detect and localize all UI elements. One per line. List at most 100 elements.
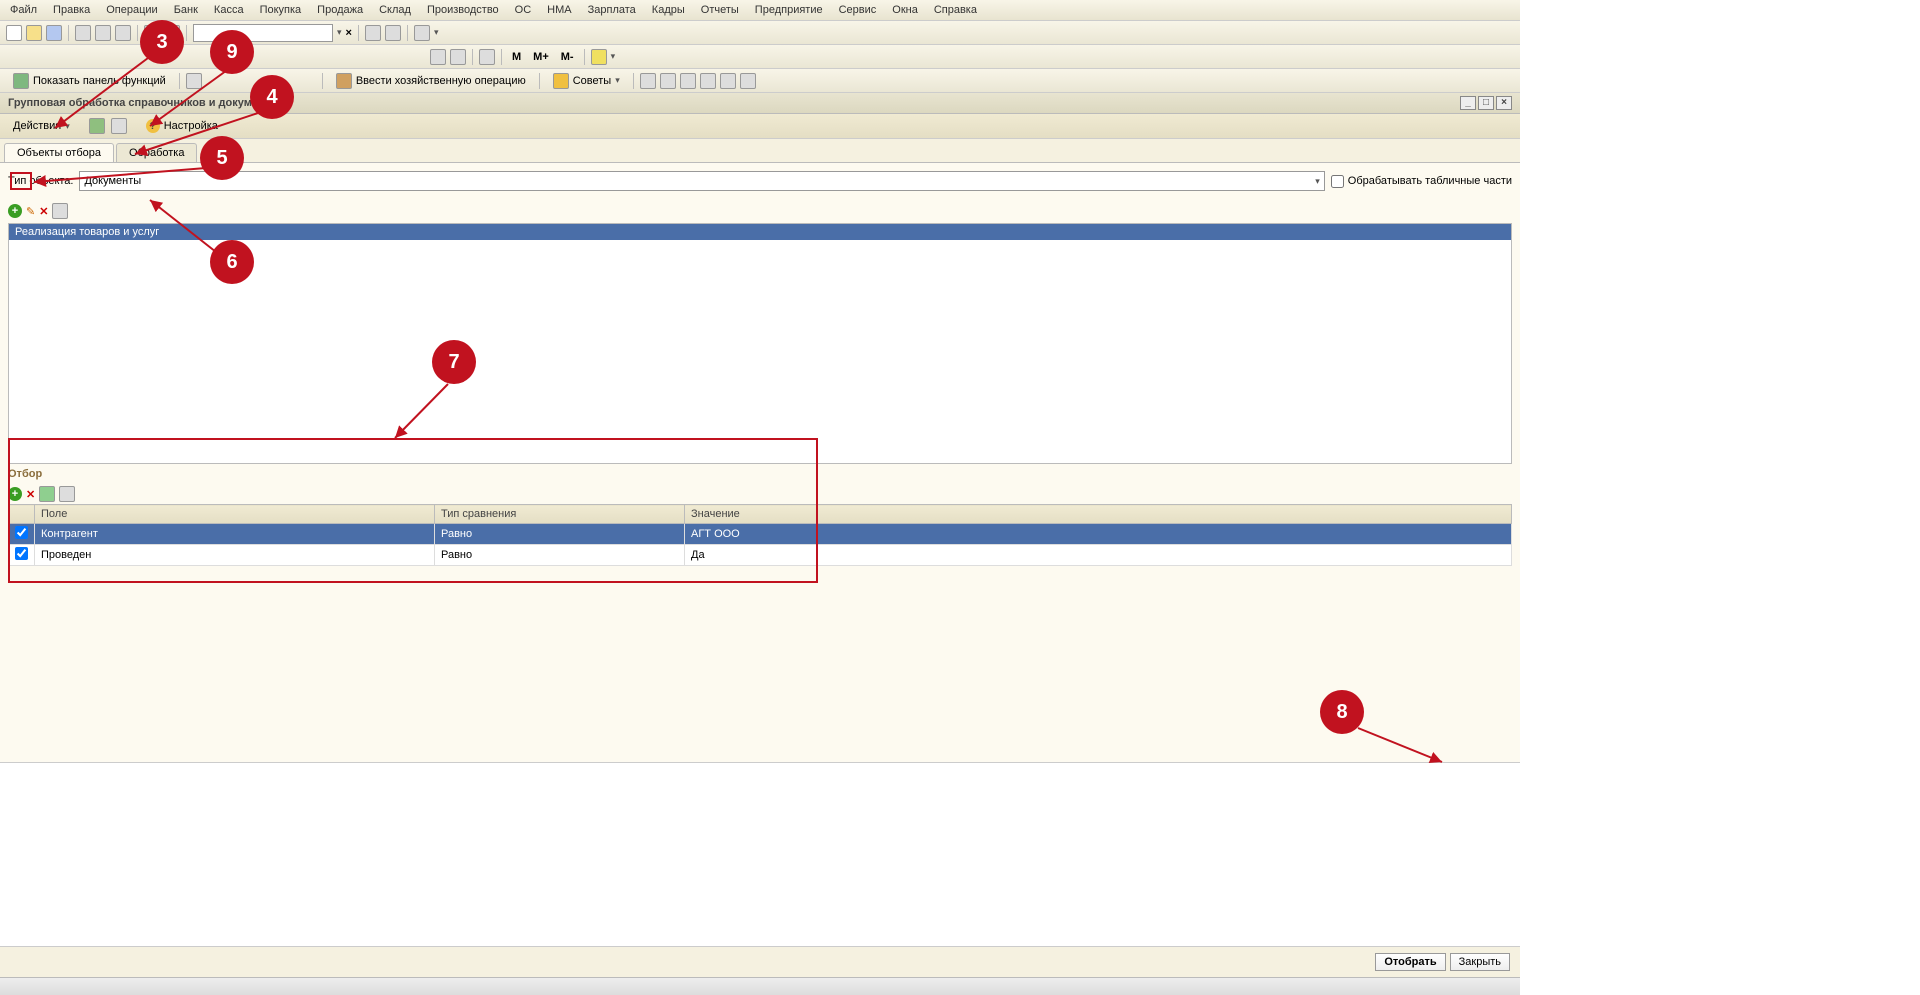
annotation-8: 8 (1320, 690, 1364, 734)
filter-row-field[interactable]: Контрагент (35, 524, 435, 545)
filter-col-cmp[interactable]: Тип сравнения (435, 505, 685, 524)
vvesti-op-button[interactable]: Ввести хозяйственную операцию (329, 71, 533, 91)
clear-x-icon[interactable]: × (346, 27, 352, 39)
save-icon[interactable] (46, 25, 62, 41)
people-icon[interactable] (479, 49, 495, 65)
object-row[interactable]: Реализация товаров и услуг (9, 224, 1511, 240)
t3-icon4[interactable] (700, 73, 716, 89)
window-title-bar: Групповая обработка справочников и докум… (0, 93, 1520, 114)
select-button[interactable]: Отобрать (1375, 953, 1445, 971)
add-object-icon[interactable]: + (8, 204, 22, 218)
edit-object-icon[interactable]: ✎ (26, 205, 35, 218)
menu-os[interactable]: ОС (511, 2, 536, 18)
lamp-dropdown-icon[interactable]: ▾ (611, 51, 616, 62)
copy-icon[interactable] (95, 25, 111, 41)
type-dropdown-icon: ▾ (1315, 176, 1320, 187)
filter-table: Поле Тип сравнения Значение Контрагент Р… (8, 504, 1512, 566)
minimize-button[interactable]: _ (1460, 96, 1476, 110)
menu-kassa[interactable]: Касса (210, 2, 248, 18)
paste-icon[interactable] (115, 25, 131, 41)
settings-button[interactable]: ? Настройка (139, 117, 225, 135)
menu-zp[interactable]: Зарплата (584, 2, 640, 18)
menu-kadry[interactable]: Кадры (648, 2, 689, 18)
calc-icon[interactable] (414, 25, 430, 41)
mplus-button[interactable]: M+ (529, 51, 553, 63)
menu-pokupka[interactable]: Покупка (256, 2, 306, 18)
tabular-checkbox-label[interactable]: Обрабатывать табличные части (1331, 175, 1512, 188)
filter-icon2[interactable] (59, 486, 75, 502)
menu-reports[interactable]: Отчеты (697, 2, 743, 18)
t3-icon2[interactable] (660, 73, 676, 89)
t3-icon6[interactable] (740, 73, 756, 89)
menu-sklad[interactable]: Склад (375, 2, 415, 18)
object-toolbar: + ✎ ✕ (8, 203, 1512, 219)
tab-processing[interactable]: Обработка (116, 143, 197, 162)
menu-windows[interactable]: Окна (888, 2, 922, 18)
t3-icon1[interactable] (640, 73, 656, 89)
actions-dropdown-icon: ▾ (65, 121, 70, 132)
tab-objects[interactable]: Объекты отбора (4, 143, 114, 162)
filter-row-cmp[interactable]: Равно (435, 545, 685, 566)
menu-operations[interactable]: Операции (102, 2, 161, 18)
lamp-small-icon (553, 73, 569, 89)
new-doc-icon[interactable] (6, 25, 22, 41)
delete-filter-icon[interactable]: ✕ (26, 488, 35, 501)
filter-row[interactable]: Контрагент Равно АГТ ООО (9, 524, 1512, 545)
filter-col-field[interactable]: Поле (35, 505, 435, 524)
filter-col-val[interactable]: Значение (685, 505, 1512, 524)
sovety-button[interactable]: Советы ▾ (546, 71, 627, 91)
filter-icon1[interactable] (39, 486, 55, 502)
lamp-icon[interactable] (591, 49, 607, 65)
back-icon[interactable] (385, 25, 401, 41)
list-icon[interactable] (430, 49, 446, 65)
tree-icon[interactable] (450, 49, 466, 65)
menu-file[interactable]: Файл (6, 2, 41, 18)
sovety-dropdown-icon: ▾ (615, 75, 620, 86)
t3-icon5[interactable] (720, 73, 736, 89)
menu-nma[interactable]: НМА (543, 2, 575, 18)
dropdown-arrow-icon[interactable]: ▾ (337, 27, 342, 38)
filter-row-val[interactable]: Да (685, 545, 1512, 566)
sub-icon2[interactable] (111, 118, 127, 134)
generic-icon[interactable] (186, 73, 202, 89)
filter-row-check[interactable] (15, 526, 28, 539)
menu-service[interactable]: Сервис (835, 2, 881, 18)
menu-production[interactable]: Производство (423, 2, 503, 18)
panel-icon (13, 73, 29, 89)
object-extra-icon[interactable] (52, 203, 68, 219)
close-bottom-button[interactable]: Закрыть (1450, 953, 1510, 971)
maximize-button[interactable]: □ (1478, 96, 1494, 110)
type-select[interactable]: Документы ▾ (79, 171, 1324, 191)
filter-row-cmp[interactable]: Равно (435, 524, 685, 545)
sub-icon1[interactable] (89, 118, 105, 134)
menu-prodazha[interactable]: Продажа (313, 2, 367, 18)
type-label: Тип объекта: (8, 175, 73, 187)
settings-label: Настройка (164, 120, 218, 132)
delete-object-icon[interactable]: ✕ (39, 205, 48, 218)
tabular-checkbox[interactable] (1331, 175, 1344, 188)
filter-row-field[interactable]: Проведен (35, 545, 435, 566)
close-button[interactable]: × (1496, 96, 1512, 110)
refresh-icon[interactable] (365, 25, 381, 41)
add-filter-icon[interactable]: + (8, 487, 22, 501)
type-value: Документы (84, 175, 141, 187)
calc-dropdown-icon[interactable]: ▾ (434, 27, 439, 38)
bottom-bar: Отобрать Закрыть (0, 946, 1520, 977)
show-panel-button[interactable]: Показать панель функций (6, 71, 173, 91)
actions-button[interactable]: Действия ▾ (6, 118, 77, 134)
mminus-button[interactable]: M- (557, 51, 578, 63)
filter-row-check[interactable] (15, 547, 28, 560)
filter-check-header (9, 505, 35, 524)
open-icon[interactable] (26, 25, 42, 41)
menu-help[interactable]: Справка (930, 2, 981, 18)
menu-bank[interactable]: Банк (170, 2, 202, 18)
filter-row[interactable]: Проведен Равно Да (9, 545, 1512, 566)
sovety-label: Советы (573, 75, 611, 87)
menu-edit[interactable]: Правка (49, 2, 94, 18)
t3-icon3[interactable] (680, 73, 696, 89)
m-button[interactable]: M (508, 51, 525, 63)
sub-toolbar: Действия ▾ ? Настройка (0, 114, 1520, 139)
menu-enterprise[interactable]: Предприятие (751, 2, 827, 18)
filter-row-val[interactable]: АГТ ООО (685, 524, 1512, 545)
cut-icon[interactable] (75, 25, 91, 41)
